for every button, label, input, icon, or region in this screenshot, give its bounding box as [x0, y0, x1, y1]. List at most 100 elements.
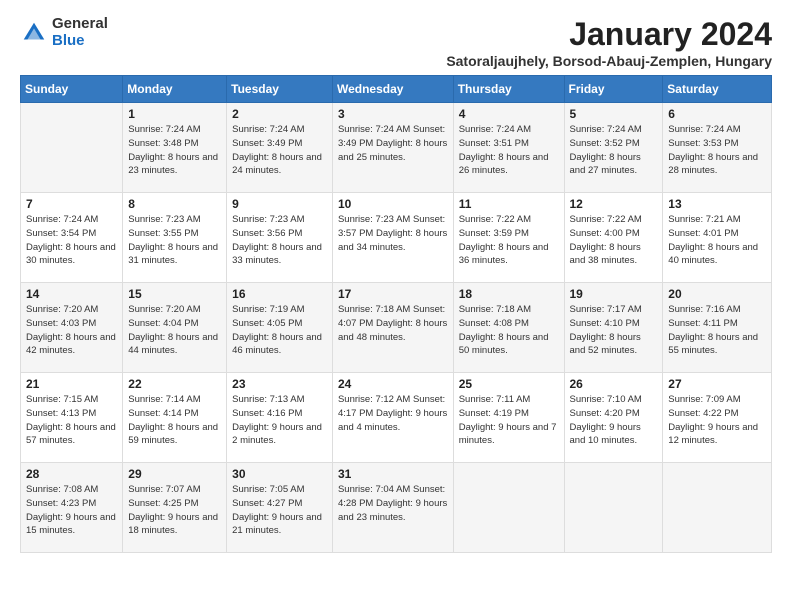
day-number: 25 [459, 377, 559, 391]
day-number: 19 [570, 287, 658, 301]
day-detail: Sunrise: 7:20 AM Sunset: 4:04 PM Dayligh… [128, 303, 221, 358]
cell-week3-day1: 15 Sunrise: 7:20 AM Sunset: 4:04 PM Dayli… [123, 283, 227, 373]
day-detail: Sunrise: 7:24 AM Sunset: 3:48 PM Dayligh… [128, 123, 221, 178]
day-number: 14 [26, 287, 117, 301]
cell-week5-day1: 29Sunrise: 7:07 AM Sunset: 4:25 PM Dayli… [123, 463, 227, 553]
day-detail: Sunrise: 7:24 AM Sunset: 3:52 PM Dayligh… [570, 123, 658, 178]
week-row-4: 21 Sunrise: 7:15 AM Sunset: 4:13 PM Dayli… [21, 373, 772, 463]
day-number: 27 [668, 377, 766, 391]
cell-week5-day2: 30 Sunrise: 7:05 AM Sunset: 4:27 PM Dayli… [227, 463, 333, 553]
col-sunday: Sunday [21, 76, 123, 103]
week-row-5: 28 Sunrise: 7:08 AM Sunset: 4:23 PM Dayli… [21, 463, 772, 553]
day-number: 8 [128, 197, 221, 211]
cell-week4-day6: 27 Sunrise: 7:09 AM Sunset: 4:22 PM Dayli… [663, 373, 772, 463]
day-number: 15 [128, 287, 221, 301]
day-number: 3 [338, 107, 448, 121]
day-detail: Sunrise: 7:24 AM Sunset: 3:51 PM Dayligh… [459, 123, 559, 178]
day-detail: Sunrise: 7:23 AM Sunset: 3:57 PM Dayligh… [338, 213, 448, 254]
day-detail: Sunrise: 7:05 AM Sunset: 4:27 PM Dayligh… [232, 483, 327, 538]
day-detail: Sunrise: 7:14 AM Sunset: 4:14 PM Dayligh… [128, 393, 221, 448]
day-detail: Sunrise: 7:24 AM Sunset: 3:54 PM Dayligh… [26, 213, 117, 268]
col-friday: Friday [564, 76, 663, 103]
subtitle: Satoraljaujhely, Borsod-Abauj-Zemplen, H… [446, 53, 772, 69]
cell-week5-day3: 31Sunrise: 7:04 AM Sunset: 4:28 PM Dayli… [332, 463, 453, 553]
cell-week2-day5: 12Sunrise: 7:22 AM Sunset: 4:00 PM Dayli… [564, 193, 663, 283]
day-detail: Sunrise: 7:13 AM Sunset: 4:16 PM Dayligh… [232, 393, 327, 448]
day-number: 18 [459, 287, 559, 301]
cell-week4-day0: 21 Sunrise: 7:15 AM Sunset: 4:13 PM Dayli… [21, 373, 123, 463]
calendar-body: 1 Sunrise: 7:24 AM Sunset: 3:48 PM Daylig… [21, 103, 772, 553]
day-detail: Sunrise: 7:19 AM Sunset: 4:05 PM Dayligh… [232, 303, 327, 358]
day-number: 20 [668, 287, 766, 301]
day-detail: Sunrise: 7:24 AM Sunset: 3:49 PM Dayligh… [338, 123, 448, 164]
day-detail: Sunrise: 7:09 AM Sunset: 4:22 PM Dayligh… [668, 393, 766, 448]
logo: General Blue [20, 16, 108, 49]
day-number: 10 [338, 197, 448, 211]
day-detail: Sunrise: 7:07 AM Sunset: 4:25 PM Dayligh… [128, 483, 221, 538]
day-detail: Sunrise: 7:22 AM Sunset: 4:00 PM Dayligh… [570, 213, 658, 268]
day-detail: Sunrise: 7:23 AM Sunset: 3:55 PM Dayligh… [128, 213, 221, 268]
day-detail: Sunrise: 7:23 AM Sunset: 3:56 PM Dayligh… [232, 213, 327, 268]
day-detail: Sunrise: 7:20 AM Sunset: 4:03 PM Dayligh… [26, 303, 117, 358]
day-number: 30 [232, 467, 327, 481]
week-row-1: 1 Sunrise: 7:24 AM Sunset: 3:48 PM Daylig… [21, 103, 772, 193]
cell-week2-day6: 13Sunrise: 7:21 AM Sunset: 4:01 PM Dayli… [663, 193, 772, 283]
main-title: January 2024 [446, 16, 772, 53]
cell-week3-day4: 18 Sunrise: 7:18 AM Sunset: 4:08 PM Dayli… [453, 283, 564, 373]
logo-icon [20, 19, 48, 47]
day-detail: Sunrise: 7:24 AM Sunset: 3:49 PM Dayligh… [232, 123, 327, 178]
cell-week1-day3: 3 Sunrise: 7:24 AM Sunset: 3:49 PM Daylig… [332, 103, 453, 193]
cell-week1-day4: 4 Sunrise: 7:24 AM Sunset: 3:51 PM Daylig… [453, 103, 564, 193]
calendar-table: Sunday Monday Tuesday Wednesday Thursday… [20, 75, 772, 553]
cell-week3-day3: 17Sunrise: 7:18 AM Sunset: 4:07 PM Dayli… [332, 283, 453, 373]
cell-week3-day0: 14 Sunrise: 7:20 AM Sunset: 4:03 PM Dayli… [21, 283, 123, 373]
day-detail: Sunrise: 7:17 AM Sunset: 4:10 PM Dayligh… [570, 303, 658, 358]
col-monday: Monday [123, 76, 227, 103]
cell-week5-day5 [564, 463, 663, 553]
col-tuesday: Tuesday [227, 76, 333, 103]
cell-week2-day4: 11Sunrise: 7:22 AM Sunset: 3:59 PM Dayli… [453, 193, 564, 283]
day-number: 2 [232, 107, 327, 121]
day-number: 26 [570, 377, 658, 391]
cell-week2-day3: 10 Sunrise: 7:23 AM Sunset: 3:57 PM Dayli… [332, 193, 453, 283]
day-number: 5 [570, 107, 658, 121]
col-wednesday: Wednesday [332, 76, 453, 103]
day-number: 4 [459, 107, 559, 121]
cell-week4-day4: 25 Sunrise: 7:11 AM Sunset: 4:19 PM Dayli… [453, 373, 564, 463]
cell-week4-day3: 24Sunrise: 7:12 AM Sunset: 4:17 PM Dayli… [332, 373, 453, 463]
day-number: 6 [668, 107, 766, 121]
week-row-3: 14 Sunrise: 7:20 AM Sunset: 4:03 PM Dayli… [21, 283, 772, 373]
page-header: General Blue January 2024 Satoraljaujhel… [20, 16, 772, 69]
logo-blue: Blue [52, 33, 108, 50]
day-number: 28 [26, 467, 117, 481]
day-number: 21 [26, 377, 117, 391]
cell-week2-day1: 8 Sunrise: 7:23 AM Sunset: 3:55 PM Daylig… [123, 193, 227, 283]
col-saturday: Saturday [663, 76, 772, 103]
cell-week1-day2: 2 Sunrise: 7:24 AM Sunset: 3:49 PM Daylig… [227, 103, 333, 193]
day-detail: Sunrise: 7:11 AM Sunset: 4:19 PM Dayligh… [459, 393, 559, 448]
cell-week5-day6 [663, 463, 772, 553]
day-number: 1 [128, 107, 221, 121]
day-detail: Sunrise: 7:16 AM Sunset: 4:11 PM Dayligh… [668, 303, 766, 358]
day-detail: Sunrise: 7:08 AM Sunset: 4:23 PM Dayligh… [26, 483, 117, 538]
day-detail: Sunrise: 7:15 AM Sunset: 4:13 PM Dayligh… [26, 393, 117, 448]
logo-text: General Blue [52, 16, 108, 49]
day-number: 16 [232, 287, 327, 301]
cell-week3-day6: 20 Sunrise: 7:16 AM Sunset: 4:11 PM Dayli… [663, 283, 772, 373]
cell-week3-day5: 19 Sunrise: 7:17 AM Sunset: 4:10 PM Dayli… [564, 283, 663, 373]
cell-week1-day1: 1 Sunrise: 7:24 AM Sunset: 3:48 PM Daylig… [123, 103, 227, 193]
cell-week4-day5: 26Sunrise: 7:10 AM Sunset: 4:20 PM Dayli… [564, 373, 663, 463]
cell-week4-day2: 23 Sunrise: 7:13 AM Sunset: 4:16 PM Dayli… [227, 373, 333, 463]
day-detail: Sunrise: 7:22 AM Sunset: 3:59 PM Dayligh… [459, 213, 559, 268]
cell-week2-day0: 7Sunrise: 7:24 AM Sunset: 3:54 PM Daylig… [21, 193, 123, 283]
day-number: 24 [338, 377, 448, 391]
day-detail: Sunrise: 7:18 AM Sunset: 4:07 PM Dayligh… [338, 303, 448, 344]
day-number: 23 [232, 377, 327, 391]
day-number: 22 [128, 377, 221, 391]
header-row: Sunday Monday Tuesday Wednesday Thursday… [21, 76, 772, 103]
week-row-2: 7Sunrise: 7:24 AM Sunset: 3:54 PM Daylig… [21, 193, 772, 283]
cell-week5-day4 [453, 463, 564, 553]
cell-week2-day2: 9Sunrise: 7:23 AM Sunset: 3:56 PM Daylig… [227, 193, 333, 283]
day-detail: Sunrise: 7:18 AM Sunset: 4:08 PM Dayligh… [459, 303, 559, 358]
cell-week3-day2: 16 Sunrise: 7:19 AM Sunset: 4:05 PM Dayli… [227, 283, 333, 373]
